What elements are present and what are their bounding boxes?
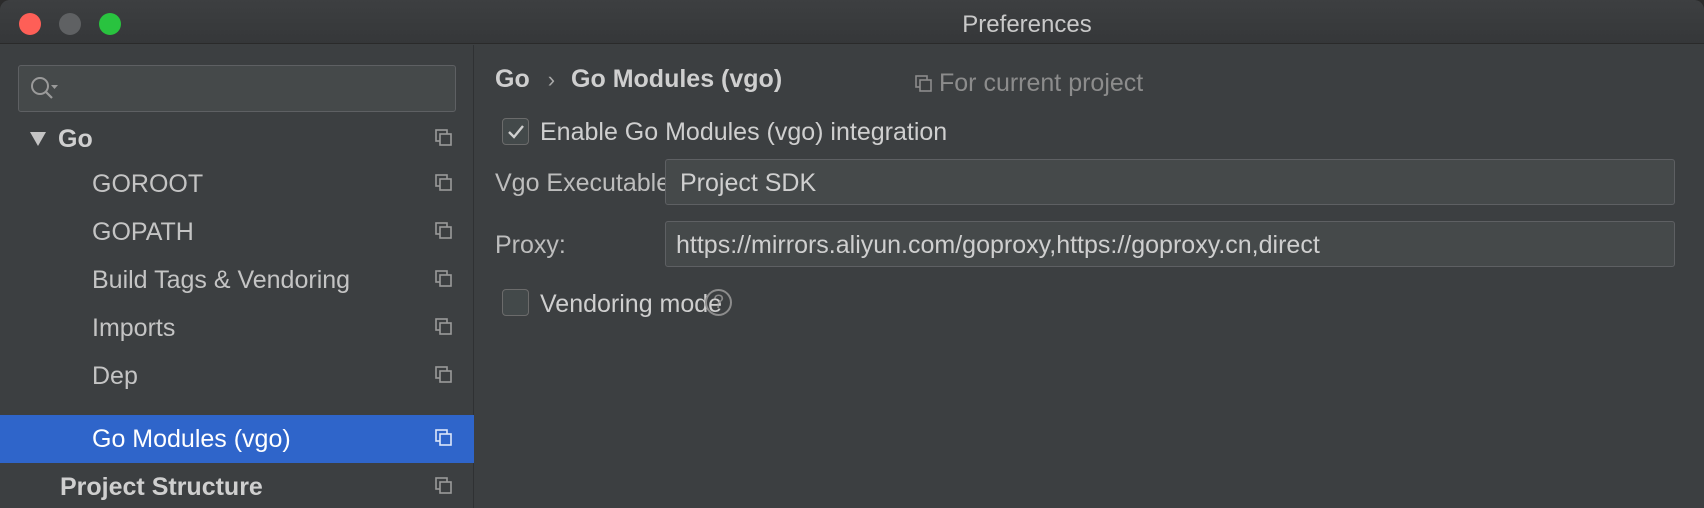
breadcrumb-current: Go Modules (vgo) <box>571 65 783 93</box>
sidebar-item-gopath[interactable]: GOPATH <box>0 208 474 256</box>
enable-modules-label[interactable]: Enable Go Modules (vgo) integration <box>540 118 947 147</box>
vendoring-mode-label[interactable]: Vendoring mode <box>540 290 722 319</box>
title-bar[interactable]: Preferences <box>0 0 1704 44</box>
vgo-executable-label: Vgo Executable: <box>495 169 678 197</box>
checkmark-icon <box>508 125 524 139</box>
sidebar-item-project-structure[interactable]: Project Structure <box>0 463 474 508</box>
vendoring-mode-checkbox[interactable] <box>502 289 529 316</box>
sidebar-item-label: Go Modules (vgo) <box>92 425 291 453</box>
breadcrumb-separator: › <box>547 67 556 92</box>
project-scope-icon <box>435 270 452 287</box>
scope-label: For current project <box>939 69 1144 97</box>
expanded-arrow-icon[interactable] <box>30 132 46 146</box>
proxy-input[interactable]: https://mirrors.aliyun.com/goproxy,https… <box>665 221 1675 267</box>
sidebar-item-label: Build Tags & Vendoring <box>92 266 351 294</box>
enable-modules-checkbox[interactable] <box>502 118 529 145</box>
settings-sidebar: Go GOROOT GOPATH Build Tags & Vendoring … <box>0 45 474 508</box>
sidebar-item-imports[interactable]: Imports <box>0 304 474 352</box>
sidebar-item-go[interactable]: Go <box>0 115 474 163</box>
sidebar-item-go-modules[interactable]: Go Modules (vgo) <box>0 415 474 463</box>
sidebar-item-dep[interactable]: Dep <box>0 352 474 400</box>
search-icon <box>31 77 58 99</box>
project-scope-icon <box>435 174 452 191</box>
sidebar-item-goroot[interactable]: GOROOT <box>0 160 474 208</box>
vgo-executable-value: Project SDK <box>680 169 817 197</box>
preferences-window: Preferences Go GOROOT GOPATH Build Tags … <box>0 0 1704 508</box>
project-scope-icon <box>435 366 452 383</box>
scope-indicator: For current project <box>915 69 1143 98</box>
project-scope-icon <box>435 429 452 446</box>
project-scope-icon <box>435 222 452 239</box>
sidebar-item-label: Dep <box>92 362 138 390</box>
project-scope-icon <box>435 477 452 494</box>
sidebar-item-build-tags[interactable]: Build Tags & Vendoring <box>0 256 474 304</box>
settings-search-input[interactable] <box>18 65 456 112</box>
sidebar-item-label: Go <box>58 125 93 153</box>
sidebar-item-label: GOPATH <box>92 218 194 246</box>
project-scope-icon <box>435 318 452 335</box>
project-scope-icon <box>915 75 932 92</box>
settings-content: Go › Go Modules (vgo) For current project … <box>475 45 1704 508</box>
sidebar-item-label: Project Structure <box>60 473 263 501</box>
proxy-label: Proxy: <box>495 231 566 259</box>
vgo-executable-select[interactable]: Project SDK <box>665 159 1675 205</box>
project-scope-icon <box>435 129 452 146</box>
breadcrumb-parent[interactable]: Go <box>495 65 530 93</box>
help-icon[interactable]: ? <box>705 289 732 316</box>
sidebar-item-label: GOROOT <box>92 170 204 198</box>
window-title: Preferences <box>962 11 1092 38</box>
sidebar-item-label: Imports <box>92 314 176 342</box>
breadcrumb: Go › Go Modules (vgo) <box>495 65 782 94</box>
proxy-value: https://mirrors.aliyun.com/goproxy,https… <box>676 231 1320 259</box>
